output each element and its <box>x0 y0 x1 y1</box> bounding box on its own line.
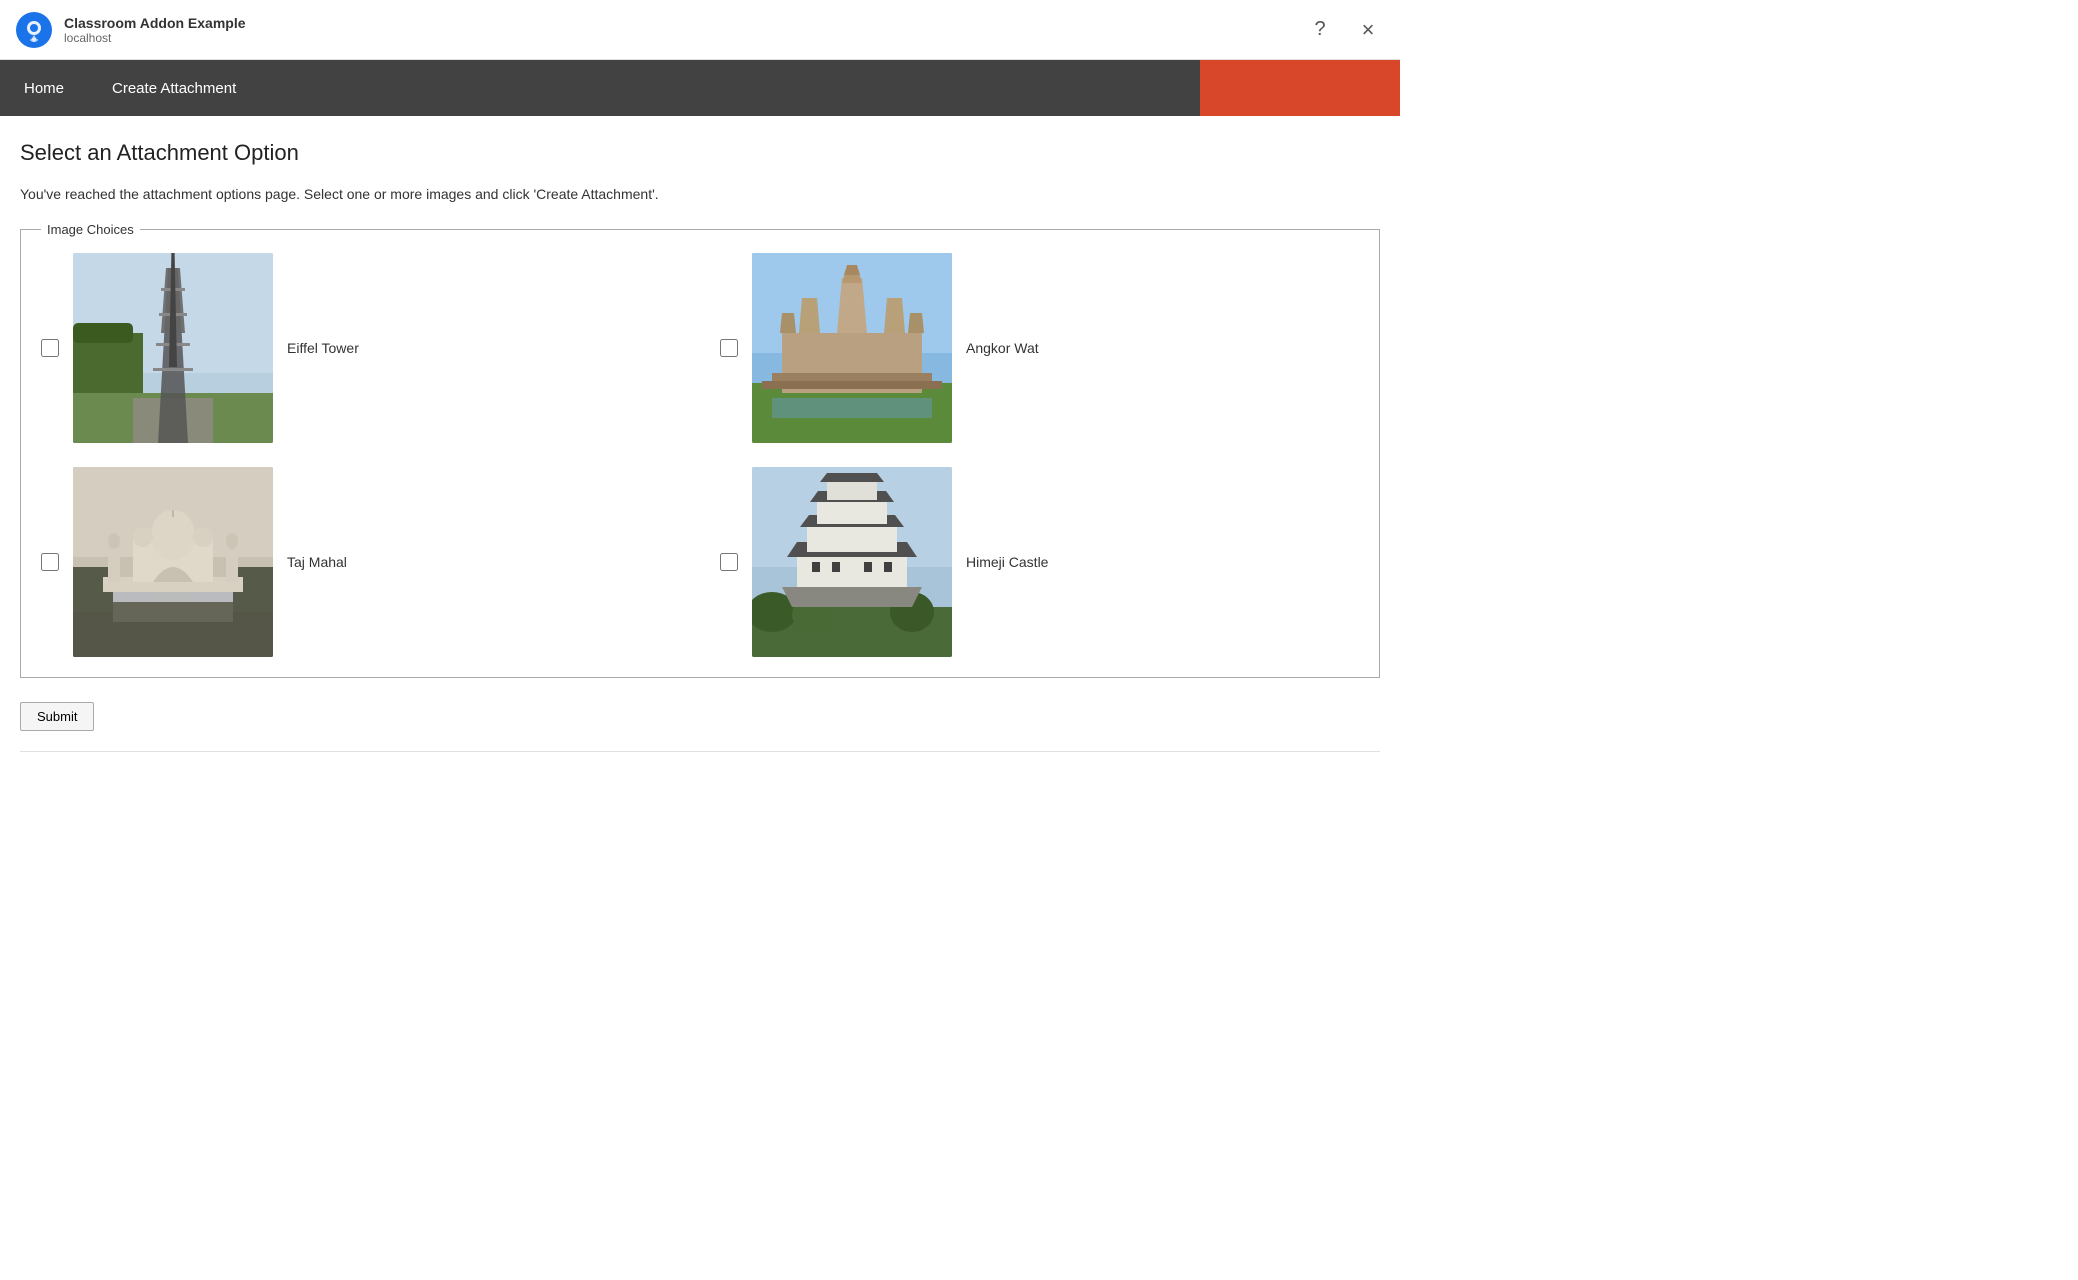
close-icon: × <box>1362 17 1375 43</box>
app-info: Classroom Addon Example localhost <box>64 15 246 45</box>
submit-button[interactable]: Submit <box>20 702 94 731</box>
titlebar: Classroom Addon Example localhost ? × <box>0 0 1400 60</box>
label-himeji: Himeji Castle <box>966 554 1048 570</box>
page-heading: Select an Attachment Option <box>20 140 1380 166</box>
image-option-himeji: Himeji Castle <box>720 467 1359 657</box>
app-icon <box>16 12 52 48</box>
nav-home[interactable]: Home <box>0 60 88 116</box>
image-option-taj: Taj Mahal <box>41 467 680 657</box>
image-option-eiffel: Eiffel Tower <box>41 253 680 443</box>
main-content: Select an Attachment Option You've reach… <box>0 116 1400 776</box>
image-angkor <box>752 253 952 443</box>
image-option-angkor: Angkor Wat <box>720 253 1359 443</box>
label-angkor: Angkor Wat <box>966 340 1039 356</box>
image-eiffel <box>73 253 273 443</box>
image-grid: Eiffel Tower <box>41 253 1359 657</box>
nav-accent <box>1200 60 1400 116</box>
label-eiffel: Eiffel Tower <box>287 340 359 356</box>
description: You've reached the attachment options pa… <box>20 186 1380 202</box>
checkbox-eiffel[interactable] <box>41 339 59 357</box>
app-title: Classroom Addon Example <box>64 15 246 31</box>
help-button[interactable]: ? <box>1304 14 1336 46</box>
checkbox-taj[interactable] <box>41 553 59 571</box>
app-url: localhost <box>64 31 246 45</box>
bottom-divider <box>20 751 1380 752</box>
label-taj: Taj Mahal <box>287 554 347 570</box>
image-taj <box>73 467 273 657</box>
checkbox-angkor[interactable] <box>720 339 738 357</box>
close-button[interactable]: × <box>1352 14 1384 46</box>
titlebar-right: ? × <box>1304 14 1384 46</box>
checkbox-himeji[interactable] <box>720 553 738 571</box>
navbar: Home Create Attachment <box>0 60 1400 116</box>
fieldset-legend: Image Choices <box>41 222 140 237</box>
image-himeji <box>752 467 952 657</box>
help-icon: ? <box>1314 18 1325 41</box>
titlebar-left: Classroom Addon Example localhost <box>16 12 246 48</box>
image-choices-fieldset: Image Choices <box>20 222 1380 678</box>
nav-create-attachment[interactable]: Create Attachment <box>88 60 260 116</box>
